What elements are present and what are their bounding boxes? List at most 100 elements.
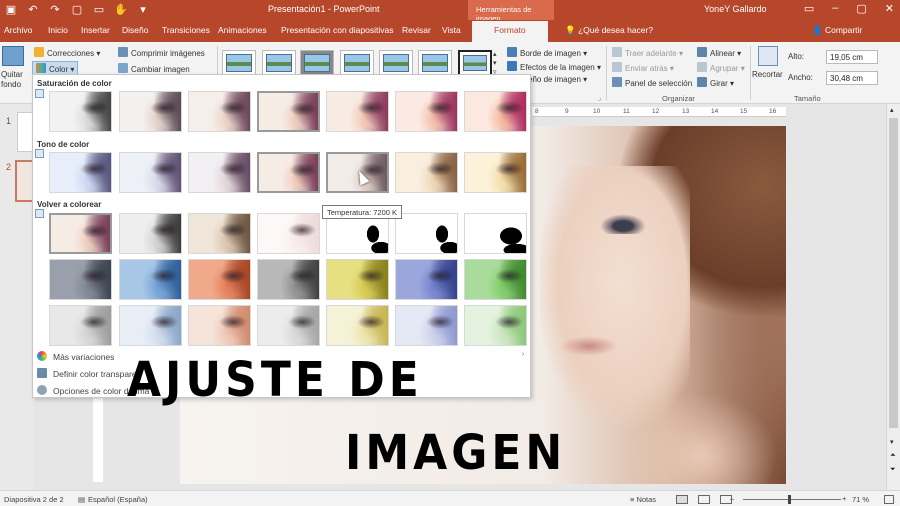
color-variation-thumb[interactable] (257, 305, 320, 346)
close-icon[interactable]: ✕ (885, 2, 894, 15)
prev-slide-icon[interactable]: ⏶ (890, 452, 896, 460)
crop-icon[interactable] (758, 46, 778, 66)
picture-style-6[interactable] (418, 50, 452, 76)
tab-archivo[interactable]: Archivo (4, 25, 32, 35)
zoom-slider-track[interactable] (743, 499, 841, 500)
color-variation-thumb[interactable] (119, 213, 182, 254)
color-variation-thumb[interactable] (464, 152, 527, 193)
tab-inicio[interactable]: Inicio (48, 25, 68, 35)
tab-revisar[interactable]: Revisar (402, 25, 431, 35)
tab-insertar[interactable]: Insertar (81, 25, 110, 35)
align-button[interactable]: Alinear ▾ (697, 47, 741, 58)
new-file-icon[interactable]: ▢ (70, 3, 84, 17)
color-variation-thumb[interactable] (326, 305, 389, 346)
selection-pane-button[interactable]: Panel de selección (612, 77, 692, 88)
color-variation-thumb[interactable] (257, 152, 320, 193)
tab-vista[interactable]: Vista (442, 25, 461, 35)
share-button[interactable]: 👤 Compartir (812, 25, 862, 36)
tab-formato[interactable]: Formato (472, 21, 548, 42)
color-variation-thumb[interactable] (464, 259, 527, 300)
next-slide-icon[interactable]: ⏷ (890, 466, 896, 474)
slide-sorter-icon[interactable] (698, 495, 710, 504)
vertical-scrollbar[interactable]: ▴ ▾ ⏶ ⏷ (886, 104, 900, 490)
picture-style-5[interactable] (379, 50, 413, 76)
bring-forward-button[interactable]: Traer adelante ▾ (612, 47, 683, 58)
color-variation-thumb[interactable] (49, 213, 112, 254)
color-variation-thumb[interactable] (188, 213, 251, 254)
color-variation-thumb[interactable] (49, 91, 112, 132)
compress-images-button[interactable]: Comprimir imágenes (118, 47, 205, 58)
corrections-button[interactable]: Correcciones ▾ (34, 47, 100, 58)
color-variation-thumb[interactable] (395, 91, 458, 132)
undo-icon[interactable]: ↶ (26, 3, 40, 17)
zoom-slider-thumb[interactable] (788, 495, 791, 504)
color-variation-thumb[interactable] (49, 259, 112, 300)
picture-layout-button[interactable]: eño de imagen ▾ (528, 75, 587, 84)
language-status[interactable]: Español (España) (88, 495, 148, 504)
tab-animaciones[interactable]: Animaciones (218, 25, 267, 35)
color-variation-thumb[interactable] (188, 91, 251, 132)
normal-view-icon[interactable] (676, 495, 688, 504)
color-variation-thumb[interactable] (395, 152, 458, 193)
color-variation-thumb[interactable] (119, 259, 182, 300)
rotate-button[interactable]: Girar ▾ (697, 77, 734, 88)
width-input[interactable]: 30,48 cm (826, 71, 878, 85)
color-variation-thumb[interactable] (464, 213, 527, 254)
zoom-in-icon[interactable]: + (842, 494, 846, 503)
picture-style-1[interactable] (222, 50, 256, 76)
picture-border-button[interactable]: Borde de imagen ▾ (507, 47, 587, 58)
picture-style-3[interactable] (300, 50, 334, 76)
tab-transiciones[interactable]: Transiciones (162, 25, 210, 35)
color-variation-thumb[interactable] (119, 305, 182, 346)
minimize-icon[interactable]: – (832, 2, 838, 15)
save-icon[interactable]: ▣ (4, 3, 18, 17)
color-variation-thumb[interactable] (395, 213, 458, 254)
send-backward-button[interactable]: Enviar atrás ▾ (612, 62, 674, 73)
picture-style-7[interactable] (458, 50, 492, 76)
color-variation-thumb[interactable] (49, 305, 112, 346)
touch-mode-icon[interactable]: ✋ (114, 3, 128, 17)
customize-qat-icon[interactable]: ▾ (136, 3, 150, 17)
set-transparent-color-item[interactable]: Definir color transparen (37, 368, 141, 379)
gallery-scroll[interactable]: ▴ ▾ ▿ (493, 50, 497, 77)
scroll-up-icon[interactable]: ▴ (890, 106, 894, 114)
color-variation-thumb[interactable] (257, 259, 320, 300)
color-variation-thumb[interactable] (257, 213, 320, 254)
redo-icon[interactable]: ↷ (48, 3, 62, 17)
scroll-down-icon[interactable]: ▾ (890, 438, 894, 446)
ribbon-display-icon[interactable]: ▭ (804, 2, 814, 15)
color-variation-thumb[interactable] (326, 259, 389, 300)
height-input[interactable]: 19,05 cm (826, 50, 878, 64)
user-name[interactable]: YoneY Gallardo (704, 4, 767, 14)
scroll-thumb[interactable] (889, 118, 898, 428)
more-variations-item[interactable]: Más variaciones (37, 351, 114, 362)
tab-presentacion[interactable]: Presentación con diapositivas (281, 25, 393, 35)
color-variation-thumb[interactable] (326, 91, 389, 132)
color-variation-thumb[interactable] (395, 305, 458, 346)
spelling-icon[interactable]: ▤ (78, 495, 85, 504)
color-variation-thumb[interactable] (464, 305, 527, 346)
zoom-level[interactable]: 71 % (852, 495, 869, 504)
picture-effects-button[interactable]: Efectos de la imagen ▾ (507, 61, 601, 72)
color-variation-thumb[interactable] (188, 152, 251, 193)
tell-me-search[interactable]: 💡 ¿Qué desea hacer? (565, 25, 653, 36)
tab-diseno[interactable]: Diseño (122, 25, 148, 35)
zoom-out-icon[interactable]: – (730, 494, 734, 503)
picture-style-2[interactable] (262, 50, 296, 76)
group-button[interactable]: Agrupar ▾ (697, 62, 745, 73)
color-variation-thumb[interactable] (326, 213, 389, 254)
change-picture-button[interactable]: Cambiar imagen (118, 63, 190, 74)
maximize-icon[interactable]: ▢ (856, 2, 866, 15)
picture-style-4[interactable] (340, 50, 374, 76)
color-variation-thumb[interactable] (257, 91, 320, 132)
color-variation-thumb[interactable] (119, 91, 182, 132)
color-variation-thumb[interactable] (464, 91, 527, 132)
color-variation-thumb[interactable] (188, 259, 251, 300)
color-variation-thumb[interactable] (188, 305, 251, 346)
notes-button[interactable]: ≡ Notas (630, 495, 656, 504)
fit-slide-icon[interactable] (884, 495, 894, 504)
remove-background-button[interactable]: Quitar fondo (1, 70, 31, 90)
remove-background-icon[interactable] (2, 46, 24, 66)
crop-button[interactable]: Recortar (752, 70, 783, 79)
color-variation-thumb[interactable] (119, 152, 182, 193)
